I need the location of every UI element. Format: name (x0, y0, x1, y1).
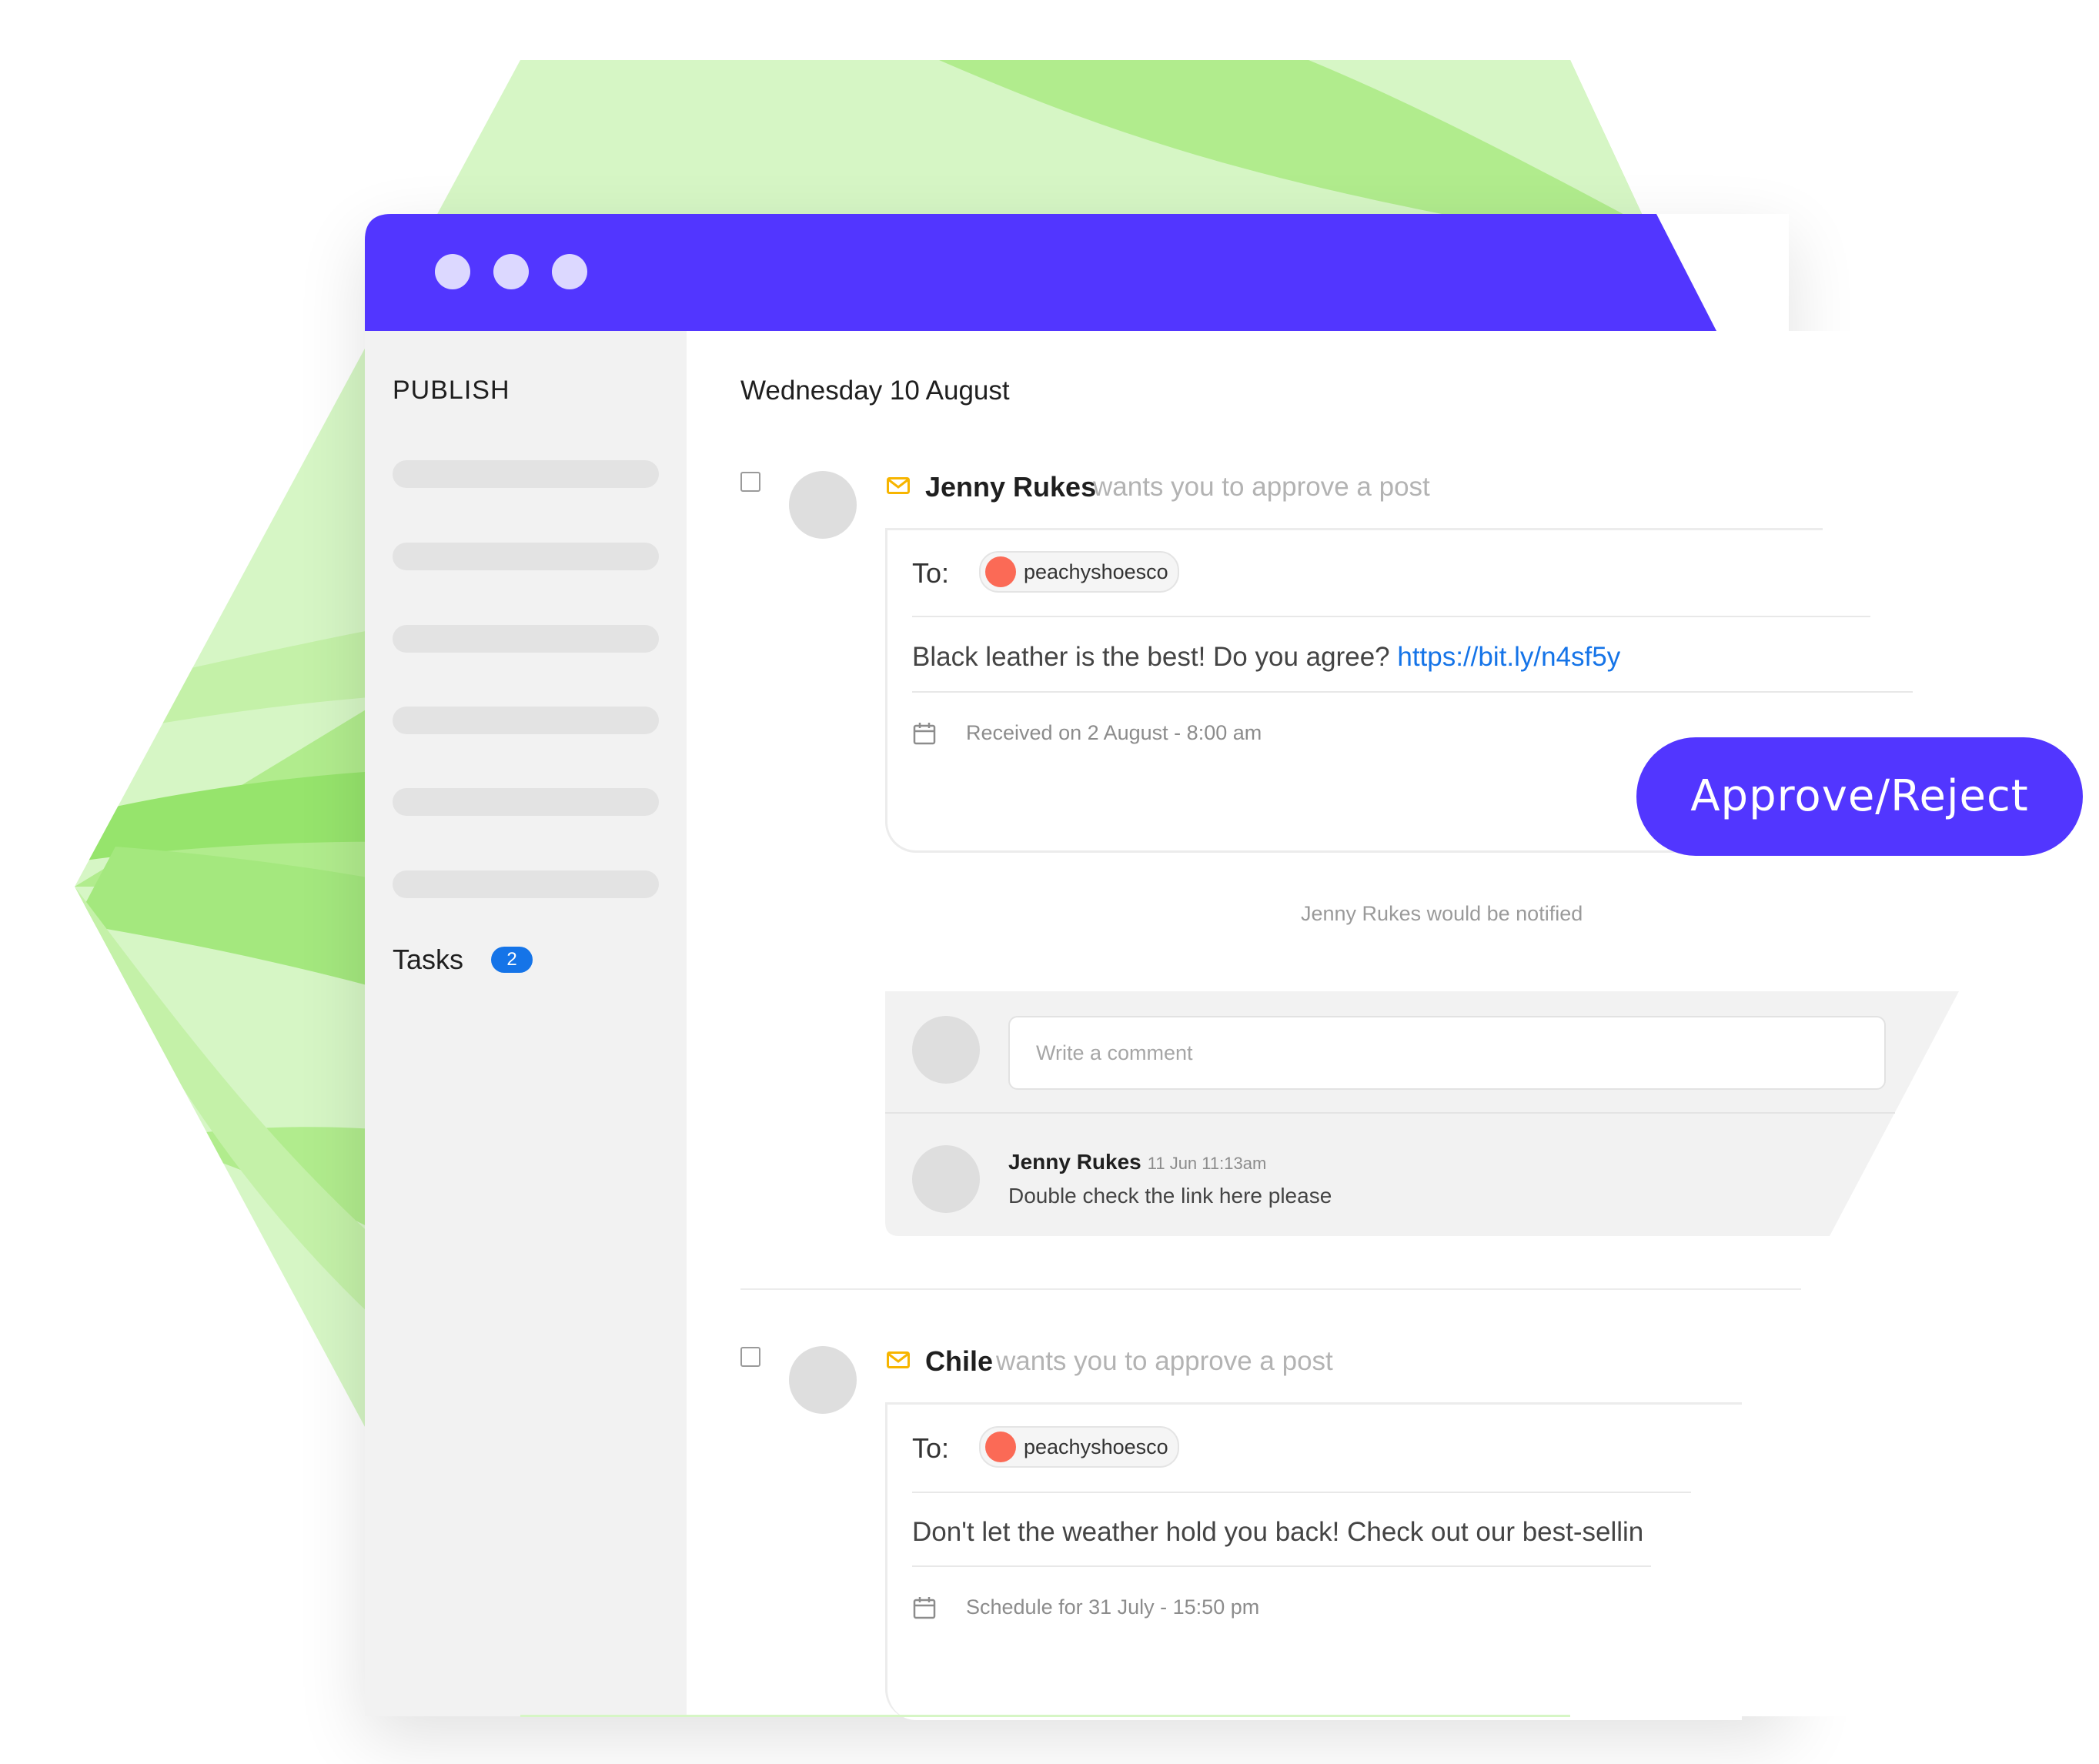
window-dot[interactable] (552, 254, 587, 289)
sidebar-item-placeholder[interactable] (393, 625, 659, 653)
divider (912, 1492, 1691, 1493)
post-text: Don't let the weather hold you back! Che… (912, 1517, 1644, 1547)
account-chip[interactable]: peachyshoesco (979, 1426, 1179, 1468)
avatar (912, 1016, 980, 1084)
date-heading: Wednesday 10 August (740, 376, 1010, 406)
section-divider (740, 1288, 1801, 1290)
calendar-icon (913, 723, 936, 745)
tasks-count-badge: 2 (491, 947, 533, 973)
sidebar (365, 331, 687, 1716)
account-chip[interactable]: peachyshoesco (979, 551, 1179, 593)
calendar-icon (913, 1597, 936, 1619)
comment-text: Double check the link here please (1008, 1184, 1332, 1208)
sidebar-item-placeholder[interactable] (393, 707, 659, 734)
comment-author: Jenny Rukes 11 Jun 11:13am (1008, 1150, 1266, 1174)
comment-author-name: Jenny Rukes (1008, 1150, 1141, 1174)
sidebar-item-placeholder[interactable] (393, 543, 659, 570)
post-checkbox[interactable] (740, 1347, 760, 1367)
account-name: peachyshoesco (1024, 560, 1168, 583)
window-dot[interactable] (435, 254, 470, 289)
post-link[interactable]: https://bit.ly/n4sf5y (1397, 642, 1620, 672)
comment-time: 11 Jun 11:13am (1147, 1154, 1267, 1173)
mail-icon (887, 1351, 910, 1368)
avatar (789, 471, 857, 539)
post-author: Chile (925, 1345, 994, 1377)
post-meta: Schedule for 31 July - 15:50 pm (966, 1595, 1260, 1619)
divider (912, 691, 1913, 693)
sidebar-item-tasks[interactable]: Tasks (393, 944, 463, 976)
post-meta: Received on 2 August - 8:00 am (966, 721, 1262, 744)
account-avatar (985, 556, 1016, 587)
app-screen: PUBLISH Tasks 2 Wednesday 10 August Jenn… (0, 0, 2099, 1764)
post-action-text: wants you to approve a post (996, 1346, 1333, 1376)
sidebar-item-placeholder[interactable] (393, 788, 659, 816)
mail-icon (887, 477, 910, 494)
bottom-edge (520, 1715, 1570, 1717)
approve-reject-button[interactable]: Approve/Reject (1636, 737, 2083, 856)
notification-text: Jenny Rukes would be notified (1301, 902, 1583, 925)
divider (912, 1565, 1651, 1567)
to-label: To: (912, 1432, 950, 1464)
post-author: Jenny Rukes (925, 471, 1097, 503)
post-action-text: wants you to approve a post (1093, 472, 1430, 502)
divider (912, 616, 1870, 617)
avatar (912, 1145, 980, 1213)
post-text-body: Black leather is the best! Do you agree? (912, 642, 1398, 672)
post-checkbox[interactable] (740, 472, 760, 492)
sidebar-title: PUBLISH (393, 376, 510, 405)
avatar (789, 1346, 857, 1414)
account-avatar (985, 1432, 1016, 1462)
sidebar-item-placeholder[interactable] (393, 870, 659, 898)
account-name: peachyshoesco (1024, 1435, 1168, 1458)
sidebar-item-placeholder[interactable] (393, 460, 659, 488)
comment-input[interactable] (1008, 1016, 1886, 1090)
window-dot[interactable] (493, 254, 529, 289)
post-text: Black leather is the best! Do you agree?… (912, 642, 1620, 673)
to-label: To: (912, 557, 950, 589)
